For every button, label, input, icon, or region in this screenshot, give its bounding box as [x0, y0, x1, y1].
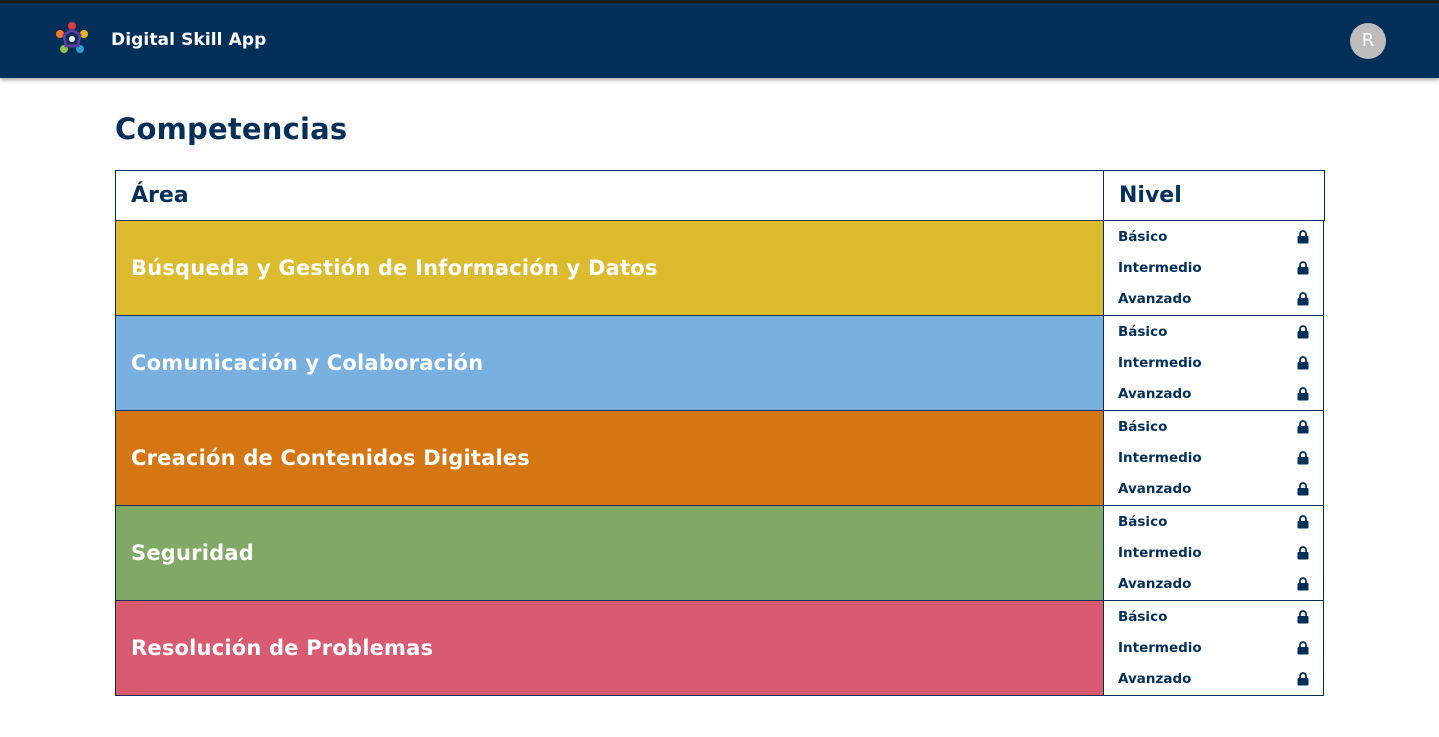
level-label: Avanzado: [1118, 670, 1192, 687]
level-item[interactable]: Avanzado: [1104, 474, 1323, 504]
level-item[interactable]: Básico: [1104, 222, 1323, 252]
level-label: Básico: [1118, 419, 1168, 436]
level-list: Básico Intermedio Avanzado: [1103, 601, 1324, 696]
level-label: Intermedio: [1118, 449, 1202, 466]
lock-icon: [1297, 641, 1309, 655]
level-item[interactable]: Intermedio: [1104, 348, 1323, 378]
level-item[interactable]: Básico: [1104, 412, 1323, 442]
lock-icon: [1297, 481, 1309, 496]
level-label: Básico: [1118, 609, 1168, 626]
user-avatar[interactable]: R: [1350, 23, 1386, 59]
lock-icon: [1297, 261, 1309, 275]
area-cell: Búsqueda y Gestión de Información y Dato…: [115, 221, 1103, 316]
lock-icon: [1297, 671, 1309, 686]
level-item[interactable]: Avanzado: [1104, 664, 1323, 694]
lock-icon: [1297, 451, 1309, 465]
lock-icon: [1297, 610, 1309, 624]
area-cell: Resolución de Problemas: [115, 601, 1103, 696]
app-title[interactable]: Digital Skill App: [111, 30, 266, 50]
lock-icon: [1297, 576, 1309, 591]
level-label: Intermedio: [1118, 354, 1202, 371]
table-header-row: Área Nivel: [115, 170, 1325, 221]
lock-icon: [1297, 325, 1309, 339]
level-label: Avanzado: [1118, 575, 1192, 592]
level-label: Intermedio: [1118, 544, 1202, 561]
table-row: Seguridad Básico Intermedio Avanzado: [115, 506, 1325, 601]
level-list: Básico Intermedio Avanzado: [1103, 221, 1324, 316]
level-label: Básico: [1118, 514, 1168, 531]
level-item[interactable]: Básico: [1104, 317, 1323, 347]
level-item[interactable]: Intermedio: [1104, 253, 1323, 283]
level-item[interactable]: Intermedio: [1104, 538, 1323, 568]
level-item[interactable]: Básico: [1104, 602, 1323, 632]
level-label: Avanzado: [1118, 290, 1192, 307]
level-list: Básico Intermedio Avanzado: [1103, 506, 1324, 601]
level-label: Básico: [1118, 324, 1168, 341]
level-label: Intermedio: [1118, 259, 1202, 276]
table-row: Comunicación y Colaboración Básico Interme…: [115, 316, 1325, 411]
level-label: Avanzado: [1118, 385, 1192, 402]
page-title: Competencias: [115, 112, 348, 146]
header-area: Área: [115, 170, 1103, 221]
lock-icon: [1297, 420, 1309, 434]
level-item[interactable]: Avanzado: [1104, 284, 1323, 314]
lock-icon: [1297, 230, 1309, 244]
level-item[interactable]: Avanzado: [1104, 569, 1323, 599]
app-bar: Digital Skill App R: [0, 3, 1439, 78]
level-item[interactable]: Avanzado: [1104, 379, 1323, 409]
lock-icon: [1297, 291, 1309, 306]
level-list: Básico Intermedio Avanzado: [1103, 316, 1324, 411]
table-row: Búsqueda y Gestión de Información y Dato…: [115, 221, 1325, 316]
app-logo-icon[interactable]: [52, 19, 92, 59]
level-label: Avanzado: [1118, 480, 1192, 497]
lock-icon: [1297, 356, 1309, 370]
lock-icon: [1297, 546, 1309, 560]
area-cell: Creación de Contenidos Digitales: [115, 411, 1103, 506]
area-cell: Comunicación y Colaboración: [115, 316, 1103, 411]
competencias-table: Área Nivel Búsqueda y Gestión de Informa…: [115, 170, 1325, 696]
area-cell: Seguridad: [115, 506, 1103, 601]
table-body: Búsqueda y Gestión de Información y Dato…: [115, 221, 1325, 696]
level-label: Intermedio: [1118, 639, 1202, 656]
lock-icon: [1297, 515, 1309, 529]
table-row: Creación de Contenidos Digitales Básico In…: [115, 411, 1325, 506]
lock-icon: [1297, 386, 1309, 401]
level-list: Básico Intermedio Avanzado: [1103, 411, 1324, 506]
header-nivel: Nivel: [1103, 170, 1325, 221]
level-item[interactable]: Intermedio: [1104, 443, 1323, 473]
level-label: Básico: [1118, 229, 1168, 246]
table-row: Resolución de Problemas Básico Intermedio A…: [115, 601, 1325, 696]
level-item[interactable]: Intermedio: [1104, 633, 1323, 663]
level-item[interactable]: Básico: [1104, 507, 1323, 537]
